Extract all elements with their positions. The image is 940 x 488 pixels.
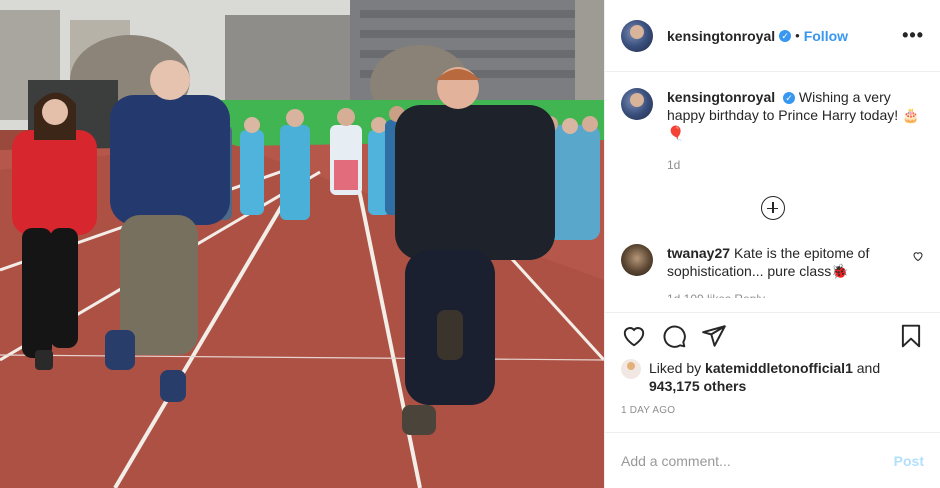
verified-badge-icon: ✓: [783, 92, 796, 104]
likes-user[interactable]: katemiddletonofficial1: [705, 360, 853, 376]
likes-summary: Liked by katemiddletonofficial1 and 943,…: [621, 359, 924, 395]
post-age[interactable]: 1 DAY AGO: [621, 405, 924, 416]
post-actions: Liked by katemiddletonofficial1 and 943,…: [605, 312, 940, 432]
caption-body: kensingtonroyal ✓ Wishing a very happy b…: [667, 88, 924, 174]
bookmark-icon[interactable]: [898, 323, 924, 349]
action-icons: [621, 313, 924, 359]
add-comment-bar: Post: [605, 432, 940, 488]
share-icon[interactable]: [701, 323, 727, 349]
instagram-post: kensingtonroyal ✓ • Follow ••• kensingto…: [0, 0, 940, 488]
heart-icon[interactable]: [621, 323, 647, 349]
comments-section[interactable]: kensingtonroyal ✓ Wishing a very happy b…: [605, 72, 940, 312]
author-username[interactable]: kensingtonroyal: [667, 28, 775, 44]
comment-meta-truncated: 1d 109 likes Reply: [621, 292, 924, 298]
post-header: kensingtonroyal ✓ • Follow •••: [605, 0, 940, 72]
author-avatar[interactable]: [621, 19, 653, 52]
caption-row: kensingtonroyal ✓ Wishing a very happy b…: [621, 88, 924, 174]
caption-time[interactable]: 1d: [667, 156, 924, 174]
caption-username[interactable]: kensingtonroyal: [667, 89, 775, 105]
comment-item: twanay27 Kate is the epitome of sophisti…: [621, 244, 924, 280]
likes-count[interactable]: 943,175 others: [649, 378, 746, 394]
follow-button[interactable]: Follow: [804, 28, 848, 44]
comment-icon[interactable]: [661, 323, 687, 349]
load-more-comments: [621, 196, 924, 220]
likes-middle: and: [856, 360, 881, 376]
commenter-avatar[interactable]: [621, 244, 653, 276]
verified-badge-icon: ✓: [779, 29, 792, 42]
likes-text: Liked by katemiddletonofficial1 and 943,…: [649, 359, 924, 395]
more-options-icon[interactable]: •••: [902, 25, 924, 46]
comment-input[interactable]: [621, 452, 894, 469]
header-separator: •: [795, 28, 800, 43]
likes-prefix: Liked by: [649, 360, 702, 376]
post-side-panel: kensingtonroyal ✓ • Follow ••• kensingto…: [604, 0, 940, 488]
commenter-username[interactable]: twanay27: [667, 245, 730, 261]
post-photo-image: [0, 0, 604, 488]
comment-heart-icon[interactable]: [912, 250, 924, 262]
caption-avatar[interactable]: [621, 88, 653, 120]
post-comment-button[interactable]: Post: [894, 453, 924, 469]
comment-body: twanay27 Kate is the epitome of sophisti…: [667, 244, 904, 280]
liker-avatar[interactable]: [621, 359, 641, 379]
plus-circle-icon[interactable]: [760, 196, 785, 220]
post-photo[interactable]: [0, 0, 604, 488]
